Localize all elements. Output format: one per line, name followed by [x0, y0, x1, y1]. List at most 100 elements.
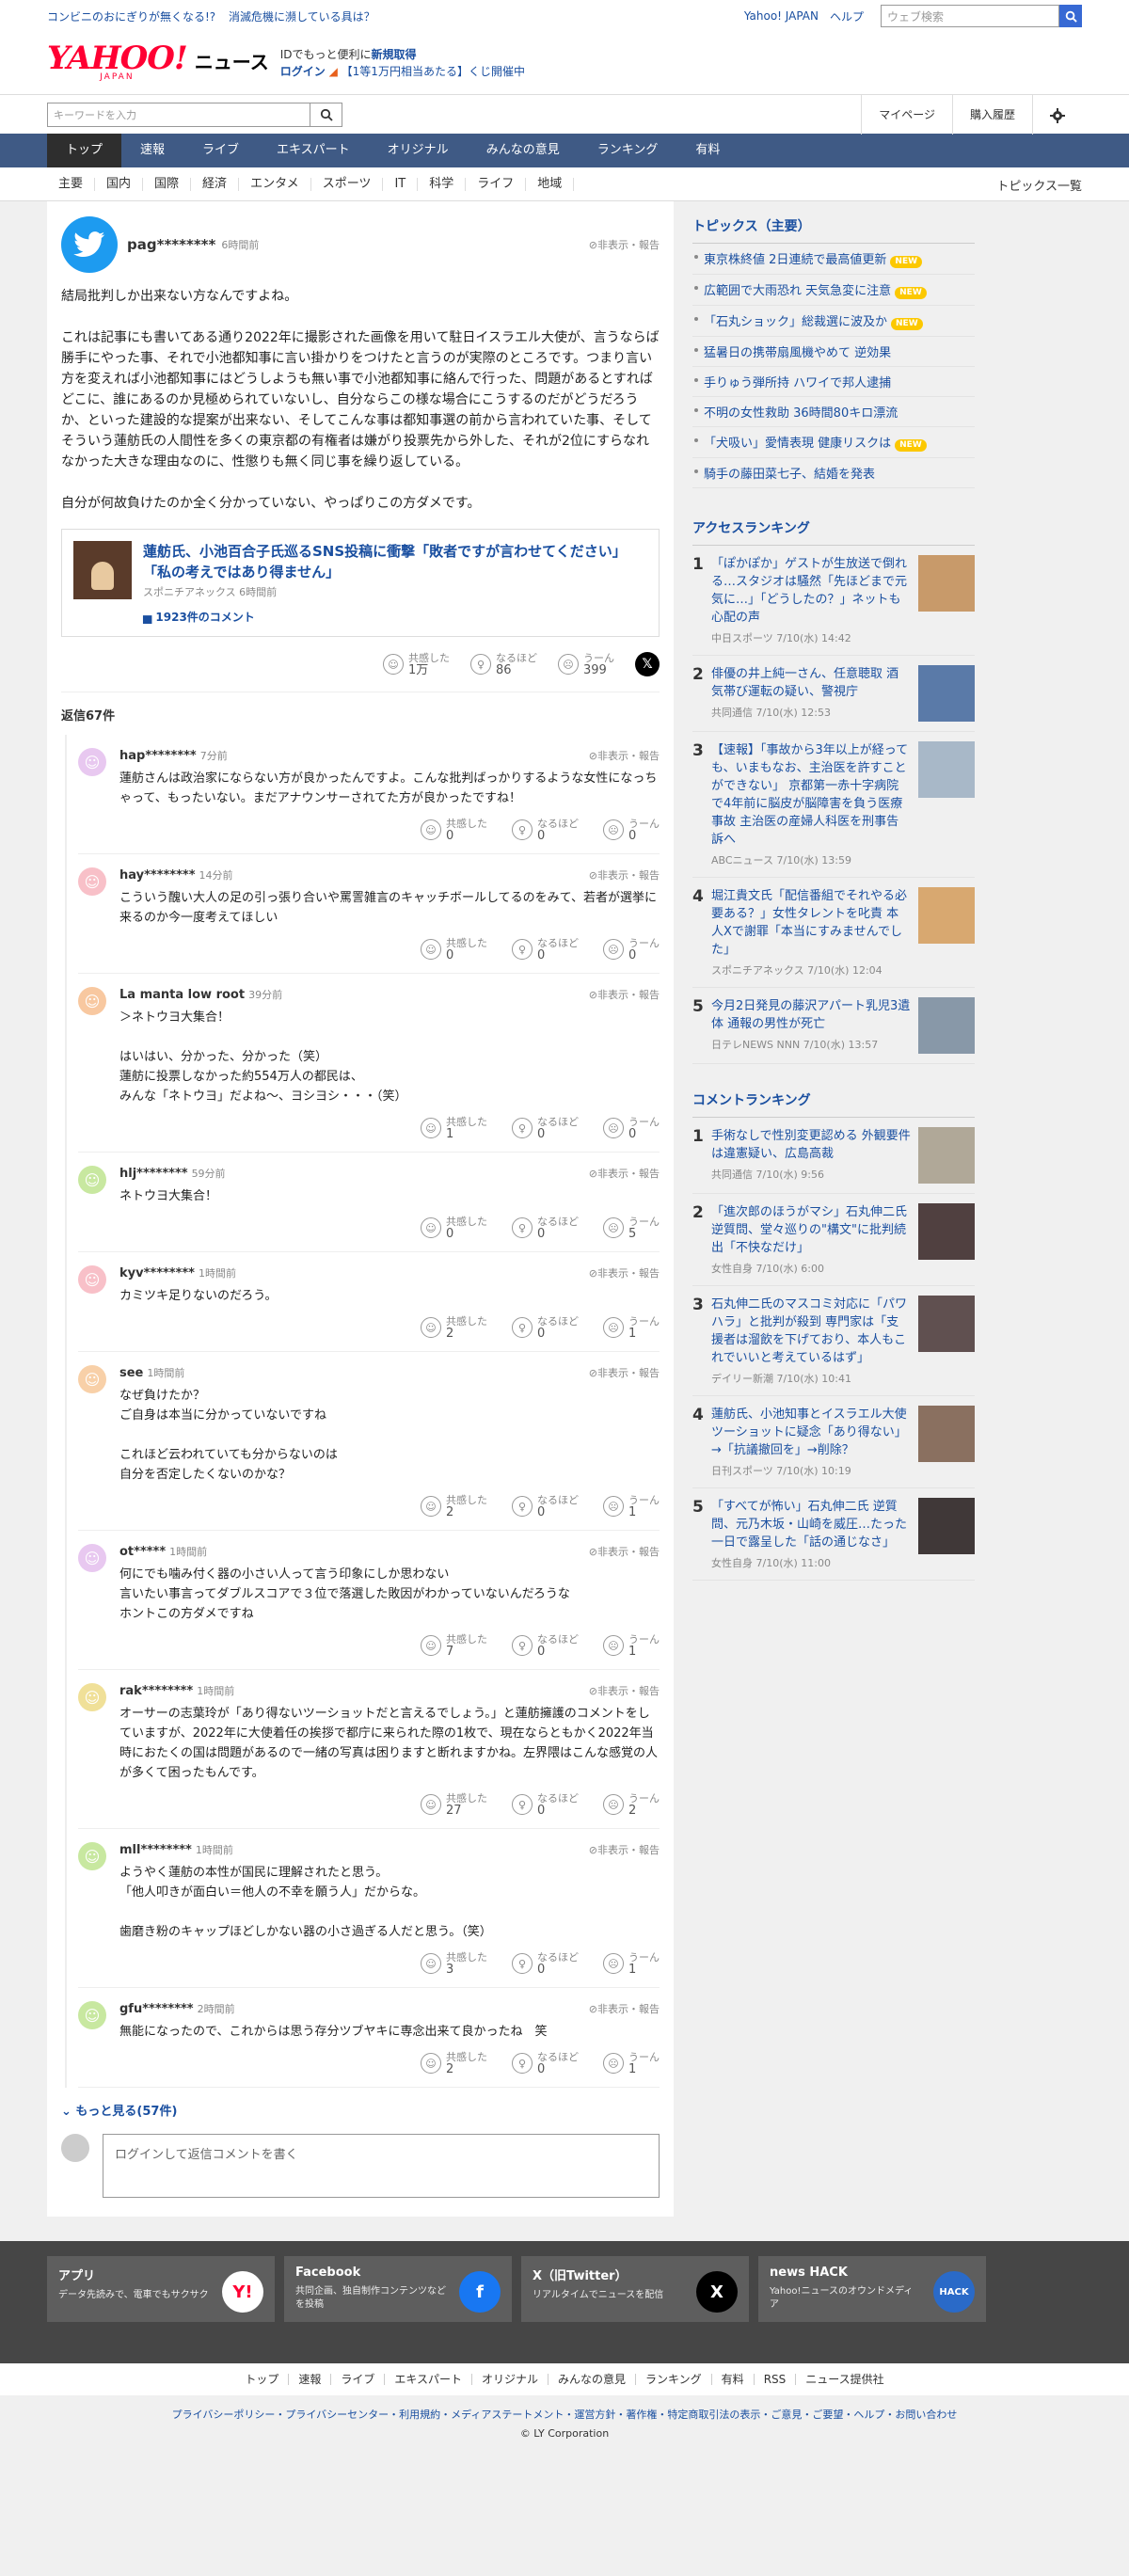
hide-report-button[interactable]: ⊘非表示・報告 — [589, 1265, 660, 1280]
footer-nav-item[interactable]: オリジナル — [472, 2374, 549, 2385]
keyword-search-button[interactable] — [310, 103, 342, 127]
hide-report-button[interactable]: ⊘非表示・報告 — [589, 237, 660, 252]
hide-report-button[interactable]: ⊘非表示・報告 — [589, 1166, 660, 1181]
ranking-title[interactable]: 堀江貴文氏「配信番組でそれやる必要ある？」女性タレントを叱責 本人Xで謝罪「本当… — [711, 887, 911, 959]
footer-links[interactable]: プライバシーポリシー・プライバシーセンター・利用規約・メディアステートメント・運… — [0, 2407, 1129, 2422]
uun-button[interactable]: ☹ うーん 1 — [603, 2051, 660, 2075]
reply-textarea[interactable]: ログインして返信コメントを書く — [103, 2134, 660, 2198]
ranking-thumbnail[interactable] — [918, 1296, 975, 1352]
footer-nav-item[interactable]: 有料 — [712, 2374, 755, 2385]
uun-button[interactable]: ☹ うーん 1 — [603, 1315, 660, 1340]
ranking-item[interactable]: 4 堀江貴文氏「配信番組でそれやる必要ある？」女性タレントを叱責 本人Xで謝罪「本… — [692, 878, 975, 988]
naruhodo-button[interactable]: ♀ なるほど 0 — [512, 1951, 579, 1976]
uun-button[interactable]: ☹ うーん 1 — [603, 1494, 660, 1519]
ranking-title[interactable]: 蓮舫氏、小池知事とイスラエル大使ツーショットに疑念「あり得ない」→「抗議撤回を」… — [711, 1406, 911, 1459]
agree-button[interactable]: ☺ 共感した 0 — [421, 937, 487, 962]
help-link[interactable]: ヘルプ — [830, 8, 864, 24]
nav-tab-paid[interactable]: 有料 — [676, 134, 739, 167]
ranking-title[interactable]: 「すべてが怖い」石丸伸二氏 逆質問、元乃木坂・山崎を威圧…たった一日で露呈した「… — [711, 1498, 911, 1551]
topic-item[interactable]: 東京株終値 2日連続で最高値更新 NEW — [692, 244, 975, 275]
ranking-item[interactable]: 3 石丸伸二氏のマスコミ対応に「パワハラ」と批判が殺到 専門家は「支援者は溜飲を下… — [692, 1286, 975, 1396]
naruhodo-button[interactable]: ♀ なるほど 0 — [512, 1633, 579, 1658]
hide-report-button[interactable]: ⊘非表示・報告 — [589, 1365, 660, 1380]
lottery-link[interactable]: 【1等1万円相当あたる】くじ開催中 — [342, 65, 525, 78]
footer-card-facebook[interactable]: Facebook 共同企画、独自制作コンテンツなどを投稿 f — [284, 2256, 512, 2322]
naruhodo-button[interactable]: ♀ なるほど 0 — [512, 1116, 579, 1140]
category-domestic[interactable]: 国内 — [95, 178, 144, 191]
uun-button[interactable]: ☹ うーん 0 — [603, 937, 660, 962]
category-economy[interactable]: 経済 — [191, 178, 240, 191]
promo-link-extinct[interactable]: 消滅危機に瀕している具は？ — [229, 10, 375, 24]
agree-button[interactable]: ☺ 共感した 2 — [421, 1315, 487, 1340]
login-link[interactable]: ログイン — [280, 65, 326, 78]
x-share-icon[interactable]: 𝕏 — [635, 652, 660, 676]
naruhodo-button[interactable]: ♀ なるほど 86 — [470, 652, 537, 676]
settings-button[interactable] — [1032, 95, 1082, 135]
ranking-title[interactable]: 「進次郎のほうがマシ」石丸伸二氏 逆質問、堂々巡りの"構文"に批判続出「不快なだ… — [711, 1203, 911, 1257]
footer-nav-item[interactable]: ニュース提供社 — [796, 2374, 893, 2385]
keyword-input[interactable]: キーワードを入力 — [47, 103, 310, 127]
hide-report-button[interactable]: ⊘非表示・報告 — [589, 1544, 660, 1559]
footer-card-newshack[interactable]: news HACK Yahoo!ニュースのオウンドメディア HACK — [758, 2256, 986, 2322]
naruhodo-button[interactable]: ♀ なるほど 0 — [512, 1315, 579, 1340]
topic-item[interactable]: 広範囲で大雨恐れ 天気急変に注意 NEW — [692, 275, 975, 306]
promo-link-onigiri[interactable]: コンビニのおにぎりが無くなる!? — [47, 10, 215, 24]
ranking-item[interactable]: 4 蓮舫氏、小池知事とイスラエル大使ツーショットに疑念「あり得ない」→「抗議撤回を… — [692, 1396, 975, 1488]
ranking-item[interactable]: 2 「進次郎のほうがマシ」石丸伸二氏 逆質問、堂々巡りの"構文"に批判続出「不快な… — [692, 1194, 975, 1286]
agree-button[interactable]: ☺ 共感した 27 — [421, 1792, 487, 1817]
reply-username[interactable]: hlj******** — [119, 1167, 188, 1181]
footer-nav-item[interactable]: ランキング — [636, 2374, 712, 2385]
access-ranking-title[interactable]: アクセスランキング — [692, 513, 975, 546]
ranking-title[interactable]: 石丸伸二氏のマスコミ対応に「パワハラ」と批判が殺到 専門家は「支援者は溜飲を下げ… — [711, 1296, 911, 1367]
article-comment-count[interactable]: ▅ 1923件のコメント — [143, 609, 647, 625]
web-search-input[interactable]: ウェブ検索 — [881, 5, 1059, 27]
hide-report-button[interactable]: ⊘非表示・報告 — [589, 867, 660, 883]
reply-username[interactable]: gfu******** — [119, 2002, 194, 2016]
agree-button[interactable]: ☺ 共感した 2 — [421, 2051, 487, 2075]
comment-username[interactable]: pag******** — [127, 236, 215, 253]
ranking-thumbnail[interactable] — [918, 665, 975, 722]
ranking-thumbnail[interactable] — [918, 887, 975, 944]
uun-button[interactable]: ☹ うーん 1 — [603, 1633, 660, 1658]
ranking-title[interactable]: 【速報】「事故から3年以上が経っても、いまもなお、主治医を許すことができない」 … — [711, 741, 911, 849]
ranking-thumbnail[interactable] — [918, 1498, 975, 1554]
web-search-button[interactable] — [1059, 5, 1082, 27]
ranking-title[interactable]: 俳優の井上純一さん、任意聴取 酒気帯び運転の疑い、警視庁 — [711, 665, 911, 701]
category-life[interactable]: ライフ — [466, 178, 527, 191]
agree-button[interactable]: ☺ 共感した 2 — [421, 1494, 487, 1519]
uun-button[interactable]: ☹ うーん 1 — [603, 1951, 660, 1976]
uun-button[interactable]: ☹ うーん 0 — [603, 1116, 660, 1140]
category-local[interactable]: 地域 — [526, 178, 575, 191]
ranking-thumbnail[interactable] — [918, 555, 975, 612]
hide-report-button[interactable]: ⊘非表示・報告 — [589, 987, 660, 1002]
ranking-item[interactable]: 3 【速報】「事故から3年以上が経っても、いまもなお、主治医を許すことができない」… — [692, 732, 975, 878]
nav-tab-original[interactable]: オリジナル — [369, 134, 468, 167]
ranking-item[interactable]: 1 「ぽかぽか」ゲストが生放送で倒れる…スタジオは騒然「先ほどまで元気に…」「どう… — [692, 546, 975, 656]
topic-item[interactable]: 「石丸ショック」総裁選に波及か NEW — [692, 306, 975, 337]
reply-username[interactable]: see — [119, 1366, 143, 1380]
ranking-item[interactable]: 1 手術なしで性別変更認める 外観要件は違憲疑い、広島高裁 共同通信 7/10(水)… — [692, 1118, 975, 1194]
footer-card-x[interactable]: X（旧Twitter） リアルタイムでニュースを配信 X — [521, 2256, 749, 2322]
comment-ranking-title[interactable]: コメントランキング — [692, 1085, 975, 1118]
topics-title[interactable]: トピックス（主要） — [692, 211, 975, 244]
article-title[interactable]: 蓮舫氏、小池百合子氏巡るSNS投稿に衝撃「敗者ですが言わせてください」「私の考え… — [143, 541, 647, 582]
ranking-thumbnail[interactable] — [918, 1203, 975, 1260]
naruhodo-button[interactable]: ♀ なるほど 0 — [512, 1216, 579, 1240]
topic-item[interactable]: 「犬吸い」愛情表現 健康リスクは NEW — [692, 427, 975, 458]
reply-username[interactable]: hap******** — [119, 749, 197, 763]
ranking-item[interactable]: 5 「すべてが怖い」石丸伸二氏 逆質問、元乃木坂・山崎を威圧…たった一日で露呈した… — [692, 1488, 975, 1581]
ranking-thumbnail[interactable] — [918, 741, 975, 798]
ranking-item[interactable]: 5 今月2日発見の藤沢アパート乳児3遺体 通報の男性が死亡 日テレNEWS NNN … — [692, 988, 975, 1064]
naruhodo-button[interactable]: ♀ なるほど 0 — [512, 818, 579, 842]
footer-nav-item[interactable]: エキスパート — [385, 2374, 472, 2385]
topic-item[interactable]: 手りゅう弾所持 ハワイで邦人逮捕 — [692, 367, 975, 397]
reply-username[interactable]: kyv******** — [119, 1266, 195, 1280]
category-entertainment[interactable]: エンタメ — [239, 178, 311, 191]
hide-report-button[interactable]: ⊘非表示・報告 — [589, 2001, 660, 2016]
topic-item[interactable]: 不明の女性救助 36時間80キロ漂流 — [692, 397, 975, 427]
ranking-thumbnail[interactable] — [918, 997, 975, 1054]
uun-button[interactable]: ☹ うーん 0 — [603, 818, 660, 842]
category-it[interactable]: IT — [383, 178, 419, 191]
agree-button[interactable]: ☺ 共感した 0 — [421, 818, 487, 842]
agree-button[interactable]: ☺ 共感した 7 — [421, 1633, 487, 1658]
